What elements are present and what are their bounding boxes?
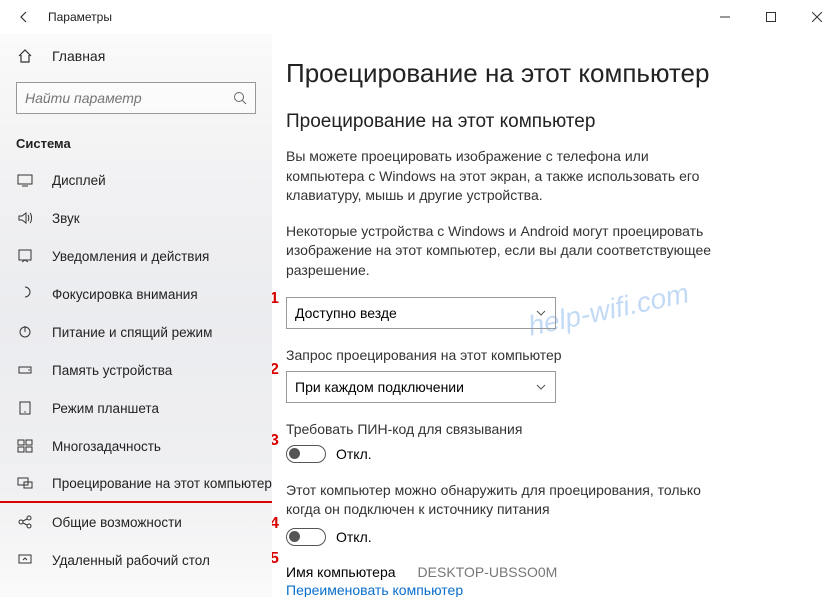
description-1: Вы можете проецировать изображение с тел… (286, 147, 716, 206)
section-title: Проецирование на этот компьютер (286, 111, 820, 133)
sidebar-item-tablet[interactable]: Режим планшета (0, 389, 272, 427)
sidebar-item-label: Общие возможности (52, 515, 182, 530)
rename-link[interactable]: Переименовать компьютер (286, 582, 463, 597)
sidebar-item-focus[interactable]: Фокусировка внимания (0, 275, 272, 313)
annotation-1: 1 (272, 290, 279, 308)
minimize-button[interactable] (702, 2, 748, 32)
sidebar-item-label: Удаленный рабочий стол (52, 553, 210, 568)
sidebar-item-label: Режим планшета (52, 401, 159, 416)
pin-toggle-state: Откл. (336, 446, 372, 462)
sidebar-item-notifications[interactable]: Уведомления и действия (0, 237, 272, 275)
request-dropdown[interactable]: При каждом подключении (286, 371, 556, 403)
close-button[interactable] (794, 2, 840, 32)
search-box[interactable] (16, 82, 256, 114)
sidebar-item-remote[interactable]: Удаленный рабочий стол (0, 541, 272, 579)
sidebar-item-projecting[interactable]: Проецирование на этот компьютер (0, 465, 272, 503)
window-title: Параметры (48, 10, 112, 24)
sidebar: Главная Система Дисплей Звук Уведомления… (0, 34, 272, 597)
pcname-label: Имя компьютера (286, 564, 396, 580)
multitask-icon (16, 438, 34, 454)
sidebar-item-storage[interactable]: Память устройства (0, 351, 272, 389)
description-2: Некоторые устройства с Windows и Android… (286, 222, 716, 281)
dropdown-value: Доступно везде (295, 305, 397, 321)
annotation-2: 2 (272, 361, 279, 379)
sidebar-item-label: Питание и спящий режим (52, 325, 212, 340)
sidebar-item-label: Уведомления и действия (52, 249, 209, 264)
power-toggle-state: Откл. (336, 529, 372, 545)
notifications-icon (16, 248, 34, 264)
sound-icon (16, 210, 34, 226)
tablet-icon (16, 400, 34, 416)
sidebar-item-label: Память устройства (52, 363, 172, 378)
availability-dropdown[interactable]: Доступно везде (286, 297, 556, 329)
sidebar-item-label: Фокусировка внимания (52, 287, 198, 302)
annotation-4: 4 (272, 515, 279, 533)
titlebar: Параметры (0, 0, 840, 34)
remote-icon (16, 552, 34, 568)
sidebar-item-label: Проецирование на этот компьютер (52, 476, 272, 491)
power-toggle[interactable] (286, 528, 326, 546)
sidebar-item-label: Дисплей (52, 173, 106, 188)
focus-icon (16, 286, 34, 302)
page-title: Проецирование на этот компьютер (286, 58, 820, 89)
power-label: Этот компьютер можно обнаружить для прое… (286, 481, 706, 520)
maximize-button[interactable] (748, 2, 794, 32)
back-button[interactable] (8, 1, 40, 33)
home-label: Главная (52, 48, 105, 64)
display-icon (16, 172, 34, 188)
projecting-icon (16, 475, 34, 491)
search-icon (233, 91, 247, 105)
sidebar-item-shared[interactable]: Общие возможности (0, 503, 272, 541)
search-input[interactable] (25, 90, 233, 106)
sidebar-item-display[interactable]: Дисплей (0, 161, 272, 199)
home-icon (16, 48, 34, 64)
sidebar-item-multitask[interactable]: Многозадачность (0, 427, 272, 465)
section-header: Система (0, 122, 272, 161)
projection-request-label: Запрос проецирования на этот компьютер (286, 347, 820, 363)
sidebar-item-power[interactable]: Питание и спящий режим (0, 313, 272, 351)
content-area: help-wifi.com Проецирование на этот комп… (272, 34, 840, 597)
sidebar-item-sound[interactable]: Звук (0, 199, 272, 237)
power-icon (16, 324, 34, 340)
home-link[interactable]: Главная (0, 38, 272, 74)
chevron-down-icon (535, 381, 547, 393)
dropdown-value: При каждом подключении (295, 379, 464, 395)
annotation-5: 5 (272, 550, 279, 568)
chevron-down-icon (535, 307, 547, 319)
sidebar-item-label: Многозадачность (52, 439, 161, 454)
pin-label: Требовать ПИН-код для связывания (286, 421, 820, 437)
storage-icon (16, 362, 34, 378)
shared-icon (16, 514, 34, 530)
sidebar-item-label: Звук (52, 211, 80, 226)
pin-toggle[interactable] (286, 445, 326, 463)
pcname-value: DESKTOP-UBSSO0M (418, 564, 558, 580)
annotation-3: 3 (272, 432, 279, 450)
